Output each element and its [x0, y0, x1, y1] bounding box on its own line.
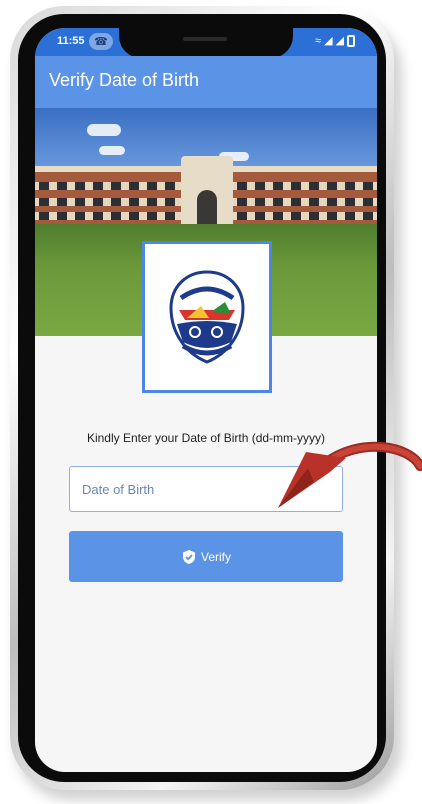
- battery-icon: [347, 34, 355, 47]
- shield-check-icon: [182, 549, 195, 564]
- annotation-arrow-icon: [278, 441, 422, 508]
- app-bar: Verify Date of Birth: [35, 56, 377, 108]
- school-emblem-icon: [169, 270, 245, 364]
- status-icons: ≈ ◢ ◢: [315, 34, 355, 47]
- phone-icon: ☎: [89, 33, 113, 50]
- signal-icon: ◢: [335, 35, 344, 47]
- verify-button[interactable]: Verify: [69, 531, 343, 582]
- phone-screen: 11:55 ☎ ≈ ◢ ◢ Verify Date of Birth Kindl…: [35, 28, 377, 772]
- building-tower: [181, 156, 233, 226]
- verify-label: Verify: [200, 549, 231, 564]
- logo-card: [142, 241, 272, 393]
- page-title: Verify Date of Birth: [49, 70, 200, 90]
- wifi-icon: ≈: [315, 34, 322, 47]
- cloud: [87, 124, 121, 136]
- notch-speaker: [183, 37, 227, 41]
- stage: 11:55 ☎ ≈ ◢ ◢ Verify Date of Birth Kindl…: [0, 0, 422, 804]
- building-door: [197, 190, 217, 226]
- status-time: 11:55: [57, 35, 85, 47]
- notch: [119, 28, 293, 58]
- signal-icon: ◢: [324, 35, 333, 47]
- cloud: [99, 146, 125, 155]
